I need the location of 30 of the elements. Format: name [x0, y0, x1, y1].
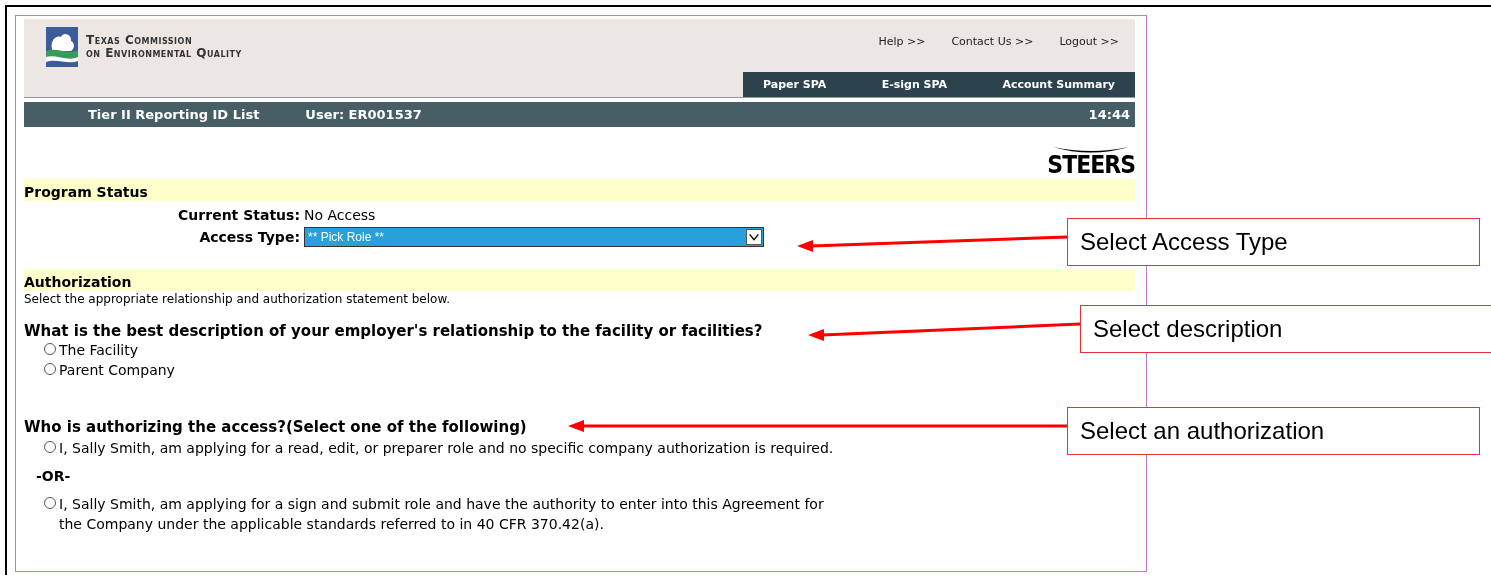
question-text: Who is authorizing the access?(Select one of the following)	[24, 418, 527, 436]
nav-link[interactable]: Account Summary	[1002, 78, 1115, 91]
section-heading: Authorization	[24, 269, 1135, 291]
field-label: Access Type:	[198, 229, 301, 245]
nav-link[interactable]: Paper SPA	[763, 78, 827, 91]
agency-logo-icon	[46, 27, 78, 67]
clock-time: 14:44	[1088, 107, 1130, 122]
callout-box: Select an authorization	[1067, 407, 1480, 455]
header-link[interactable]: Help >>	[878, 35, 926, 48]
callout-box: Select Access Type	[1067, 218, 1480, 266]
callout-box: Select description	[1080, 305, 1491, 353]
header-link[interactable]: Contact Us >>	[951, 35, 1034, 48]
section-heading: Program Status	[24, 179, 1135, 201]
field-value: No Access	[304, 207, 377, 223]
radio-label[interactable]: I, Sally Smith, am applying for a sign and submit role and have the authority to enter into this Agreement for the Company under the applicable standards referred to in 40 CFR 370.42(a).	[59, 494, 844, 534]
field-label: Current Status:	[177, 207, 301, 223]
app-logo: STEERS	[1047, 146, 1135, 176]
radio-label[interactable]: The Facility	[59, 340, 138, 360]
nav-link[interactable]: E-sign SPA	[881, 78, 948, 91]
question-text: What is the best description of your employer's relationship to the facility or facilities?	[24, 322, 763, 340]
agency-name: on Environmental Quality	[86, 47, 242, 60]
radio-label[interactable]: I, Sally Smith, am applying for a read, edit, or preparer role and no specific company authorization is required.	[59, 438, 834, 458]
header-link[interactable]: Logout >>	[1059, 35, 1119, 48]
radio-label[interactable]: Parent Company	[59, 360, 175, 380]
or-separator: -OR-	[36, 468, 72, 484]
page-title: Tier II Reporting ID List	[88, 107, 260, 122]
user-id: User: ER001537	[305, 107, 422, 122]
agency-name: Texas Commission	[86, 34, 194, 47]
instruction-text: Select the appropriate relationship and authorization statement below.	[24, 292, 451, 306]
chevron-down-icon	[746, 229, 762, 245]
